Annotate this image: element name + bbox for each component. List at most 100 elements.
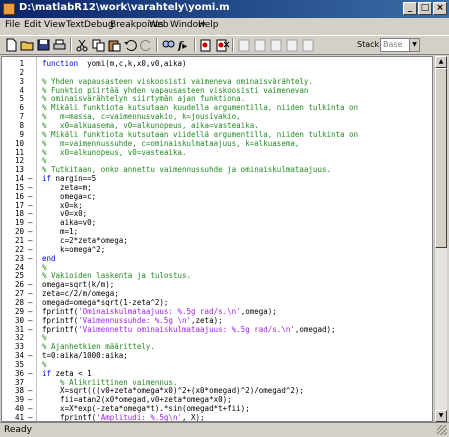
- toolbar-separator: [70, 38, 72, 52]
- vertical-scrollbar[interactable]: ▲ ▼: [434, 56, 447, 422]
- menu-file[interactable]: File: [5, 20, 20, 30]
- menu-view[interactable]: View: [44, 20, 65, 30]
- code-token: ,omega);: [240, 306, 277, 316]
- title-bar: D:\matlabR12\work\varahtely\yomi.m _ □ ×: [0, 0, 449, 18]
- code-token: x=X*exp(-zeta*omega*t).*sin(omegad*t+fii…: [42, 404, 250, 414]
- code-token: fprintf(: [42, 324, 79, 334]
- code-token: c=2*zeta*omega;: [42, 236, 128, 245]
- exit-debug-icon[interactable]: [301, 38, 316, 52]
- code-token: t=0:aika/1000:aika;: [42, 351, 128, 361]
- toolbar-separator: [194, 38, 196, 52]
- string-token: 'Ominaiskulmataajuus: %.5g rad/s.\n': [78, 306, 241, 316]
- code-token: omegad=omega*sqrt(1-zeta^2);: [42, 297, 169, 307]
- stack-value: Base: [383, 40, 403, 49]
- code-token: fprintf(: [42, 306, 79, 316]
- redo-icon[interactable]: [139, 38, 154, 52]
- code-token: fii=atan2(x0*omegad,v0+zeta*omega*x0);: [42, 395, 232, 405]
- code-token: fprintf(: [42, 315, 79, 325]
- comment-token: %: [42, 156, 47, 166]
- new-file-icon[interactable]: [4, 38, 19, 52]
- code-token: v0=x0;: [42, 209, 88, 219]
- comment-token: % Tutkitaan, onko annettu vaimennussuhde…: [42, 165, 331, 175]
- step-icon[interactable]: [237, 38, 252, 52]
- set-breakpoint-icon[interactable]: [199, 38, 214, 52]
- code-token: omega=sqrt(k/m);: [42, 280, 115, 290]
- keyword-token: if: [42, 174, 52, 184]
- maximize-button[interactable]: □: [418, 2, 432, 15]
- line-number: 41: [14, 413, 24, 422]
- toolbar-separator: [232, 38, 234, 52]
- function-icon[interactable]: f▸: [177, 38, 192, 52]
- menu-edit[interactable]: Edit: [24, 20, 41, 30]
- comment-token: % Funktio piirtää yhden vapausasteen vis…: [42, 85, 309, 95]
- print-icon[interactable]: [52, 38, 67, 52]
- paste-icon[interactable]: [107, 38, 122, 52]
- code-token: k=omega^2;: [42, 244, 106, 254]
- code-token: fprintf(: [42, 413, 97, 422]
- open-file-icon[interactable]: [20, 38, 35, 52]
- comment-token: %: [42, 262, 47, 272]
- minimize-button[interactable]: _: [403, 2, 417, 15]
- code-token: aika=v0;: [42, 218, 97, 228]
- string-token: 'Vaimennettu ominaiskulmataajuus: %.5g r…: [78, 324, 295, 334]
- comment-token: % x0=alkunopeus, v0=vasteaika.: [42, 147, 187, 157]
- resize-grip-icon[interactable]: [437, 425, 447, 435]
- step-in-icon[interactable]: [253, 38, 268, 52]
- keyword-token: function: [42, 59, 79, 68]
- comment-token: %: [42, 333, 47, 343]
- comment-token: % m=vaimennussuhde, c=ominaiskulmataajuu…: [42, 138, 300, 148]
- toolbar: f▸ Stack: Base ▼: [0, 35, 449, 55]
- continue-icon[interactable]: [285, 38, 300, 52]
- comment-token: %: [42, 359, 47, 369]
- keyword-token: if: [42, 368, 52, 378]
- stack-label: Stack:: [357, 40, 382, 49]
- undo-icon[interactable]: [123, 38, 138, 52]
- comment-token: % Mikäli funktiota kutsutaan viidellä ar…: [42, 129, 359, 139]
- code-line[interactable]: 41– fprintf('Amplitudi: %.5g\n', X);: [2, 413, 432, 422]
- comment-token: % Mikäli funktiota kutsutaan kuudella ar…: [42, 103, 359, 113]
- code-token: zeta < 1: [51, 368, 92, 378]
- copy-icon[interactable]: [91, 38, 106, 52]
- comment-token: % x0=alkuasema, v0=alkunopeus, aika=vast…: [42, 120, 259, 130]
- matlab-editor-icon: [3, 3, 15, 15]
- code-token: omega=c;: [42, 191, 97, 201]
- string-token: 'Vaimennussuhde: %.5g \n': [78, 315, 192, 325]
- close-button[interactable]: ×: [433, 2, 447, 15]
- toolbar-separator: [156, 38, 158, 52]
- breakpoint-marker[interactable]: –: [28, 413, 33, 421]
- cut-icon[interactable]: [75, 38, 90, 52]
- menu-text[interactable]: Text: [66, 20, 84, 30]
- code-token: zeta=c/2/m/omega;: [42, 289, 119, 299]
- comment-token: % m=massa, c=vaimennusvakio, k=jousivaki…: [42, 112, 241, 122]
- scroll-thumb[interactable]: [435, 68, 447, 248]
- find-icon[interactable]: [161, 38, 176, 52]
- code-token: yomi(m,c,k,x0,v0,aika): [78, 59, 187, 68]
- code-token: x0=k;: [42, 200, 83, 210]
- scroll-up-icon[interactable]: ▲: [435, 56, 447, 68]
- svg-text:f▸: f▸: [177, 41, 187, 52]
- clear-breakpoints-icon[interactable]: [215, 38, 230, 52]
- code-token: ,omegad);: [294, 324, 336, 334]
- save-icon[interactable]: [36, 38, 51, 52]
- string-token: 'Amplitudi: %.5g\n': [96, 413, 182, 422]
- status-text: Ready: [4, 425, 32, 435]
- chevron-down-icon[interactable]: ▼: [409, 39, 419, 51]
- comment-token: % ominaisvärähtelyn siirtymän ajan funkt…: [42, 94, 246, 104]
- comment-token: % Alikriittinen vaimennus.: [42, 377, 178, 387]
- step-out-icon[interactable]: [269, 38, 284, 52]
- menu-web[interactable]: Web: [149, 20, 169, 30]
- keyword-token: end: [42, 253, 56, 263]
- code-token: zeta=m;: [42, 182, 92, 192]
- menu-help[interactable]: Help: [198, 20, 219, 30]
- code-editor[interactable]: 1 function yomi(m,c,k,x0,v0,aika) 2 3% Yhde…: [1, 56, 433, 422]
- code-token: X=sqrt(((v0+zeta*omega*x0)^2+(x0*omegad)…: [42, 386, 304, 396]
- comment-token: % Ajanhetkien määrittely.: [42, 342, 155, 352]
- code-token: nargin==5: [51, 174, 97, 184]
- status-bar: Ready: [0, 422, 449, 437]
- comment-token: % Yhden vapausasteen viskoosisti vaimene…: [42, 76, 313, 86]
- stack-dropdown[interactable]: Base ▼: [380, 38, 420, 52]
- menu-bar: File Edit View Text Debug Breakpoints We…: [0, 18, 449, 35]
- comment-token: % Vakioiden laskenta ja tulostus.: [42, 271, 192, 281]
- code-token: m=1;: [42, 227, 79, 237]
- scroll-down-icon[interactable]: ▼: [435, 410, 447, 422]
